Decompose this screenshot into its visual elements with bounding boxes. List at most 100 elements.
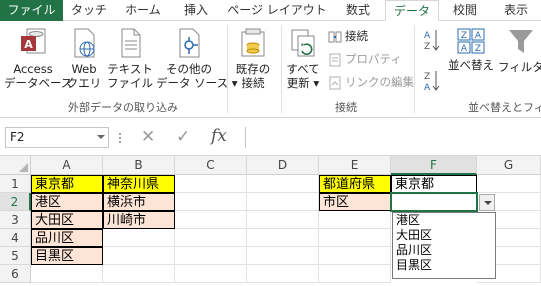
text-file-button[interactable]: テキスト ファイル [106, 27, 154, 90]
filter-icon [509, 30, 533, 53]
cell-d5[interactable] [247, 247, 319, 265]
cell-d6[interactable] [247, 265, 319, 283]
connections-icon [328, 31, 342, 42]
refresh-label-2: 更新 [286, 76, 310, 90]
cell-e5[interactable] [319, 247, 391, 265]
cell-a2[interactable]: 港区 [31, 193, 103, 211]
tab-touch[interactable]: タッチ [63, 0, 115, 21]
text-file-icon [121, 28, 141, 58]
filter-button[interactable]: フィルター [498, 27, 541, 74]
column-header-a[interactable]: A [31, 156, 103, 175]
cell-e4[interactable] [319, 229, 391, 247]
dropdown-option[interactable]: 港区 [393, 213, 495, 228]
cell-b2[interactable]: 横浜市 [103, 193, 175, 211]
cell-d2[interactable] [247, 193, 319, 211]
cell-d4[interactable] [247, 229, 319, 247]
cell-a5[interactable]: 目黒区 [31, 247, 103, 265]
cell-g1[interactable] [477, 175, 541, 193]
cell-e6[interactable] [319, 265, 391, 283]
column-header-c[interactable]: C [175, 156, 247, 175]
row-header-3[interactable]: 3 [0, 211, 31, 229]
tab-insert[interactable]: 挿入 [171, 0, 221, 21]
cell-a1[interactable]: 東京都 [31, 175, 103, 193]
worksheet-grid[interactable]: A B C D E F G 1 2 3 4 5 6 東京都 港区 大田区 品川区… [0, 156, 541, 286]
sort-label: 並べ替え [448, 58, 494, 72]
existing-connections-icon [241, 28, 265, 57]
cell-a3[interactable]: 大田区 [31, 211, 103, 229]
tab-page-layout[interactable]: ページ レイアウト [221, 0, 333, 21]
cell-c4[interactable] [175, 229, 247, 247]
edit-links-label: リンクの編集 [345, 75, 414, 89]
ribbon-separator [227, 25, 228, 113]
tab-data[interactable]: データ [385, 0, 439, 21]
svg-text:Z: Z [475, 44, 481, 54]
refresh-icon [291, 29, 315, 57]
other-sources-button[interactable]: その他の データ ソース ▾ [156, 27, 238, 90]
row-header-1[interactable]: 1 [0, 175, 31, 193]
cell-a4[interactable]: 品川区 [31, 229, 103, 247]
web-query-icon [74, 28, 95, 58]
group-label-connections: 接続 [335, 101, 357, 114]
validation-dropdown-list[interactable]: 港区 大田区 品川区 目黒区 [392, 212, 496, 279]
formula-input[interactable] [245, 127, 541, 148]
cell-f1[interactable]: 東京都 [391, 175, 477, 193]
svg-text:A: A [475, 31, 482, 41]
refresh-all-button[interactable]: すべて 更新 ▾ [284, 27, 322, 90]
row-header-4[interactable]: 4 [0, 229, 31, 247]
select-all-button[interactable] [0, 156, 31, 175]
tab-file[interactable]: ファイル [0, 0, 63, 21]
row-header-2[interactable]: 2 [0, 193, 31, 211]
column-header-b[interactable]: B [103, 156, 175, 175]
cell-c3[interactable] [175, 211, 247, 229]
cell-b5[interactable] [103, 247, 175, 265]
enter-icon[interactable]: ✓ [176, 127, 190, 147]
web-label-2: クエリ [66, 76, 102, 90]
cell-c1[interactable] [175, 175, 247, 193]
cell-e2[interactable]: 市区 [319, 193, 391, 211]
cell-e3[interactable] [319, 211, 391, 229]
cell-a6[interactable] [31, 265, 103, 283]
cell-c2[interactable] [175, 193, 247, 211]
edit-links-button[interactable]: リンクの編集 [328, 73, 414, 91]
existing-connections-button[interactable]: 既存の 接続 [232, 27, 274, 90]
tab-formulas[interactable]: 数式 [333, 0, 383, 21]
column-header-g[interactable]: G [477, 156, 541, 175]
tab-review[interactable]: 校閲 [439, 0, 491, 21]
cell-d1[interactable] [247, 175, 319, 193]
access-database-button[interactable]: A Access データベース [4, 27, 72, 90]
cancel-icon[interactable]: ✕ [141, 127, 155, 147]
dropdown-option[interactable]: 大田区 [393, 228, 495, 243]
dropdown-option[interactable]: 目黒区 [393, 258, 495, 273]
sort-descending-button[interactable]: Z A [422, 69, 443, 103]
cell-b6[interactable] [103, 265, 175, 283]
cell-d3[interactable] [247, 211, 319, 229]
cell-c6[interactable] [175, 265, 247, 283]
cell-b3[interactable]: 川崎市 [103, 211, 175, 229]
row-header-6[interactable]: 6 [0, 265, 31, 283]
column-header-e[interactable]: E [319, 156, 391, 175]
existing-label-1: 既存の [235, 62, 271, 76]
properties-icon [329, 53, 341, 66]
tab-home[interactable]: ホーム [115, 0, 171, 21]
dropdown-option[interactable]: 品川区 [393, 243, 495, 258]
sort-dialog-icon: Z A A Z [457, 28, 485, 54]
connections-button[interactable]: 接続 [328, 27, 368, 45]
dropdown-arrow-button[interactable] [479, 194, 495, 211]
drag-handle-icon[interactable] [118, 132, 122, 144]
insert-function-icon[interactable]: fx [211, 126, 227, 146]
row-header-5[interactable]: 5 [0, 247, 31, 265]
properties-button[interactable]: プロパティ [328, 50, 402, 68]
svg-text:A: A [424, 31, 431, 41]
cell-c5[interactable] [175, 247, 247, 265]
cell-e1[interactable]: 都道府県 [319, 175, 391, 193]
sort-ascending-button[interactable]: A Z [422, 27, 443, 61]
cell-b1[interactable]: 神奈川県 [103, 175, 175, 193]
cell-b4[interactable] [103, 229, 175, 247]
web-query-button[interactable]: Web クエリ [64, 27, 104, 90]
chevron-down-icon[interactable] [97, 135, 105, 139]
tab-view[interactable]: 表示 [491, 0, 541, 21]
column-header-d[interactable]: D [247, 156, 319, 175]
name-box[interactable]: F2 [5, 127, 109, 148]
sort-button[interactable]: Z A A Z 並べ替え [446, 27, 496, 72]
column-header-f[interactable]: F [391, 156, 477, 175]
